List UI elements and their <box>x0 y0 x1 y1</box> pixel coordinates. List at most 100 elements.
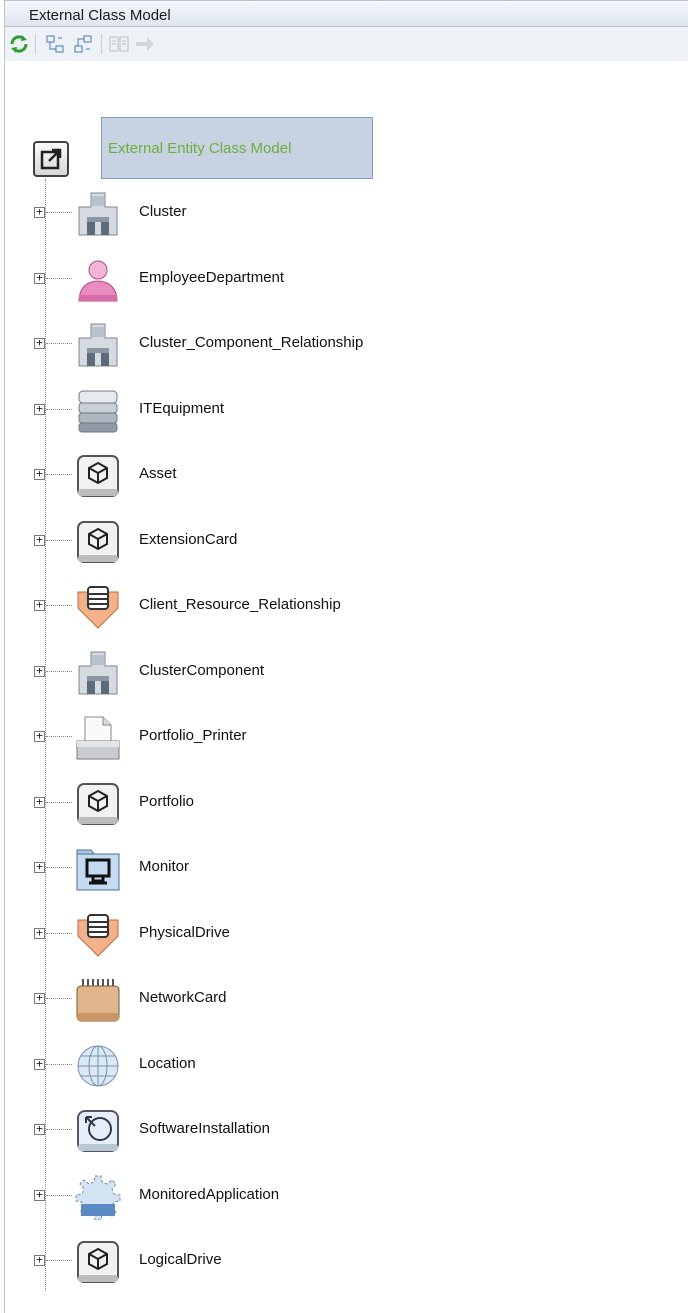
navigate-button[interactable] <box>133 32 157 56</box>
expand-all-icon <box>46 35 64 53</box>
person-icon <box>75 257 121 303</box>
tree-item[interactable]: + Monitor <box>5 846 689 896</box>
tree-connector <box>46 1260 72 1261</box>
expand-toggle-icon[interactable]: + <box>34 1254 45 1266</box>
expand-toggle-icon[interactable]: + <box>34 1123 45 1135</box>
expand-toggle-icon[interactable]: + <box>34 861 45 873</box>
tree-connector <box>46 343 72 344</box>
panel-titlebar: External Class Model <box>5 1 688 27</box>
tree-item[interactable]: + ClusterComponent <box>5 650 689 700</box>
collapse-all-icon <box>74 35 92 53</box>
tree-item[interactable]: + ExtensionCard <box>5 519 689 569</box>
tree-item[interactable]: + Cluster_Component_Relationship <box>5 322 689 372</box>
tree-item[interactable]: + EmployeeDepartment <box>5 257 689 307</box>
external-class-model-panel: External Class Model External Entity Cla… <box>4 0 688 1313</box>
expand-toggle-icon[interactable]: + <box>34 796 45 808</box>
tree-item[interactable]: + Cluster <box>5 191 689 241</box>
tree-item[interactable]: + SoftwareInstallation <box>5 1108 689 1158</box>
panel-title: External Class Model <box>29 7 171 24</box>
tree-item[interactable]: + NetworkCard <box>5 977 689 1027</box>
refresh-button[interactable] <box>7 32 31 56</box>
tree-item[interactable]: + Location <box>5 1043 689 1093</box>
monitor-icon <box>75 846 121 892</box>
tree-item[interactable]: + Portfolio <box>5 781 689 831</box>
root-node-label[interactable]: External Entity Class Model <box>101 117 373 179</box>
tree-item[interactable]: + MonitoredApplication <box>5 1174 689 1224</box>
open-external-icon <box>40 148 62 170</box>
tree-item-label[interactable]: PhysicalDrive <box>139 924 230 941</box>
tree-item-label[interactable]: Cluster <box>139 203 187 220</box>
tree-item-label[interactable]: Portfolio <box>139 793 194 810</box>
toolbar-separator <box>101 34 102 54</box>
expand-toggle-icon[interactable]: + <box>34 927 45 939</box>
tree-item-label[interactable]: EmployeeDepartment <box>139 269 284 286</box>
cube-icon <box>75 1239 121 1285</box>
cluster-icon <box>75 322 121 368</box>
expand-toggle-icon[interactable]: + <box>34 1189 45 1201</box>
printer-icon <box>75 715 121 761</box>
expand-toggle-icon[interactable]: + <box>34 599 45 611</box>
stack-icon <box>75 388 121 434</box>
refresh-icon <box>10 35 28 53</box>
tree-item-label[interactable]: Asset <box>139 465 177 482</box>
expand-all-button[interactable] <box>43 32 67 56</box>
collapse-all-button[interactable] <box>71 32 95 56</box>
server-arrow-icon <box>75 912 121 958</box>
cube-icon <box>75 453 121 499</box>
server-arrow-icon <box>75 584 121 630</box>
tree-item[interactable]: + LogicalDrive <box>5 1239 689 1289</box>
toolbar-separator <box>35 34 36 54</box>
tree-item-label[interactable]: Cluster_Component_Relationship <box>139 334 363 351</box>
tree-item-label[interactable]: Portfolio_Printer <box>139 727 247 744</box>
tree-connector <box>46 1064 72 1065</box>
tree-item-label[interactable]: LogicalDrive <box>139 1251 222 1268</box>
navigate-arrow-icon <box>136 37 154 51</box>
tree-item-label[interactable]: Monitor <box>139 858 189 875</box>
gear-icon <box>75 1174 121 1221</box>
tree-item-label[interactable]: ExtensionCard <box>139 531 237 548</box>
tree-item[interactable]: + Asset <box>5 453 689 503</box>
tree-item-label[interactable]: Client_Resource_Relationship <box>139 596 341 613</box>
globe-icon <box>75 1043 121 1089</box>
root-node-icon[interactable] <box>33 141 69 177</box>
cluster-icon <box>75 650 121 696</box>
install-icon <box>75 1108 121 1154</box>
tree-connector <box>46 1129 72 1130</box>
cube-icon <box>75 519 121 565</box>
tree-connector <box>46 212 72 213</box>
properties-button[interactable] <box>107 32 131 56</box>
expand-toggle-icon[interactable]: + <box>34 665 45 677</box>
expand-toggle-icon[interactable]: + <box>34 730 45 742</box>
tree-item[interactable]: + PhysicalDrive <box>5 912 689 962</box>
tree-connector <box>46 605 72 606</box>
tree-item[interactable]: + ITEquipment <box>5 388 689 438</box>
tree-connector <box>46 278 72 279</box>
expand-toggle-icon[interactable]: + <box>34 534 45 546</box>
tree-item-label[interactable]: NetworkCard <box>139 989 227 1006</box>
network-card-icon <box>75 977 121 1023</box>
tree-item-label[interactable]: MonitoredApplication <box>139 1186 279 1203</box>
tree-connector <box>46 409 72 410</box>
tree-connector <box>46 1195 72 1196</box>
expand-toggle-icon[interactable]: + <box>34 272 45 284</box>
tree-connector <box>46 867 72 868</box>
tree-item[interactable]: + Portfolio_Printer <box>5 715 689 765</box>
expand-toggle-icon[interactable]: + <box>34 337 45 349</box>
tree-item-label[interactable]: ITEquipment <box>139 400 224 417</box>
expand-toggle-icon[interactable]: + <box>34 403 45 415</box>
expand-toggle-icon[interactable]: + <box>34 992 45 1004</box>
tree-connector <box>46 802 72 803</box>
tree-connector <box>46 474 72 475</box>
expand-toggle-icon[interactable]: + <box>34 1058 45 1070</box>
expand-toggle-icon[interactable]: + <box>34 468 45 480</box>
tree-item-label[interactable]: ClusterComponent <box>139 662 264 679</box>
tree-connector <box>46 540 72 541</box>
tree-connector <box>46 998 72 999</box>
tree-item-label[interactable]: Location <box>139 1055 196 1072</box>
toolbar <box>5 27 688 61</box>
expand-toggle-icon[interactable]: + <box>34 206 45 218</box>
tree-connector <box>46 736 72 737</box>
tree-item-label[interactable]: SoftwareInstallation <box>139 1120 270 1137</box>
cluster-icon <box>75 191 121 237</box>
tree-item[interactable]: + Client_Resource_Relationship <box>5 584 689 634</box>
